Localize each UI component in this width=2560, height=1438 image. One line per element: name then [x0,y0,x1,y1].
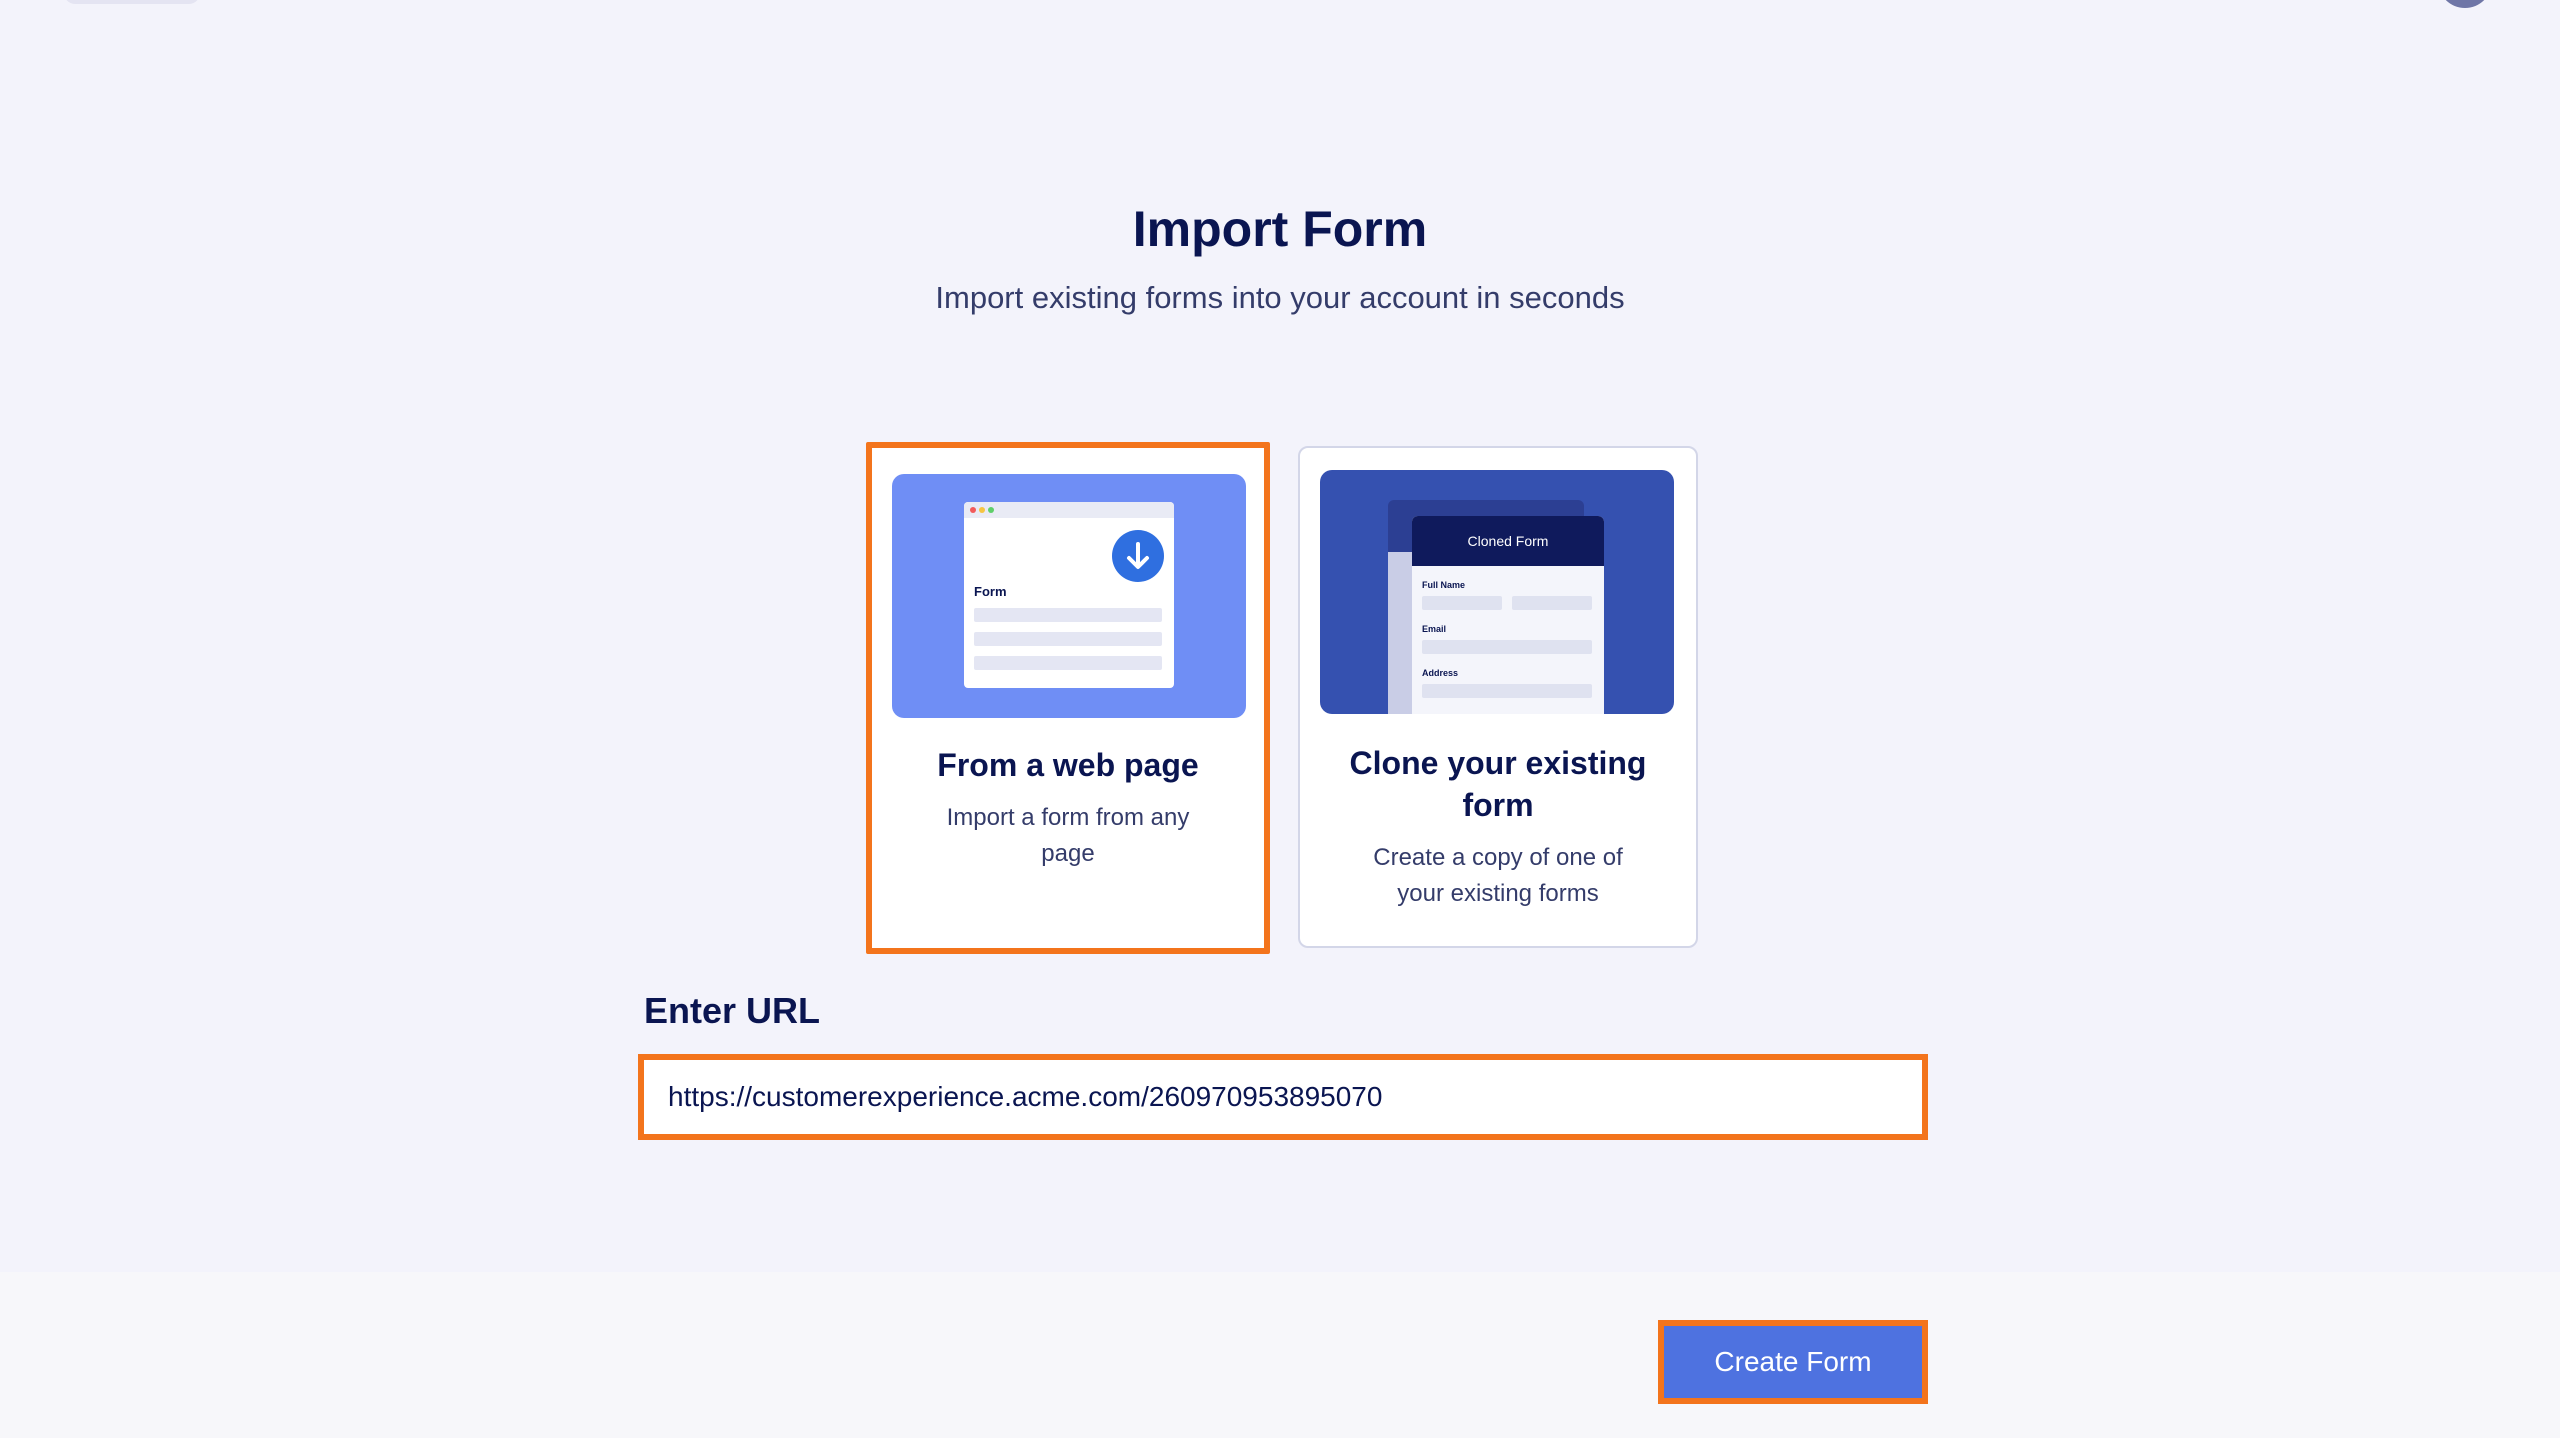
cloned-form-icon: Cloned Form Full Name Email Address [1412,516,1604,714]
option-title-web-page: From a web page [937,747,1199,783]
illustration-field-label: Address [1422,668,1459,678]
page-subtitle: Import existing forms into your account … [935,280,1625,315]
back-form-strip [1388,552,1412,714]
cloned-form-header: Cloned Form [1412,516,1604,566]
create-form-button[interactable]: Create Form [1658,1320,1928,1404]
option-description-web-page: Import a form from any page [946,804,1190,867]
avatar[interactable] [2438,0,2492,8]
download-icon [1112,530,1164,582]
url-input[interactable] [638,1054,1928,1140]
option-card-web-page[interactable]: Form From a web page Import a form from … [866,442,1270,954]
top-nav-pill[interactable] [64,0,200,4]
page-title: Import Form [1132,201,1428,257]
illustration-field-label: Email [1422,624,1447,634]
option-description-clone-form: Create a copy of one of your existing fo… [1373,844,1623,907]
footer-bar [0,1272,2560,1438]
option-title-clone-form: Clone your existing form [1349,745,1647,823]
illustration-field-label: Full Name [1422,580,1466,590]
clone-form-illustration: Cloned Form Full Name Email Address [1320,470,1674,714]
browser-window-icon: Form [964,502,1174,688]
option-card-clone-form[interactable]: Cloned Form Full Name Email Address Clon… [1298,446,1698,948]
web-page-illustration: Form [892,474,1246,718]
illustration-form-label: Form [974,584,1007,599]
url-field-label: Enter URL [644,990,821,1031]
